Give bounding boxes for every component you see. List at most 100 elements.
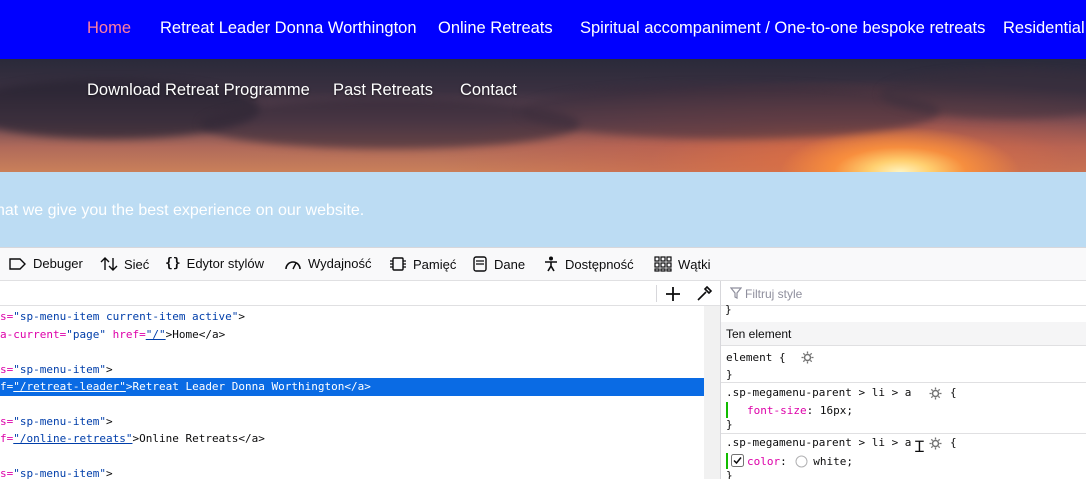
network-icon [100, 257, 118, 271]
tab-label: Sieć [124, 256, 150, 272]
threads-icon [654, 256, 672, 272]
nav-link-residential[interactable]: Residential [1003, 19, 1085, 38]
css-property-name[interactable]: color [747, 455, 780, 468]
toolbar-separator [656, 285, 657, 302]
css-colon: : [806, 404, 814, 417]
rule-close-brace: } [726, 469, 733, 479]
devtools-toolbar: Debuger Sieć {} Edytor stylów Wydajność … [0, 247, 1086, 281]
rule-divider [721, 382, 1086, 383]
rules-filter-bar [721, 281, 1086, 306]
tab-network[interactable]: Sieć [100, 256, 149, 272]
tag-text: > [238, 310, 246, 323]
element-rule-selector: element { [726, 351, 786, 364]
tag-text: >Online Retreats</a> [132, 432, 265, 445]
gear-icon[interactable] [929, 387, 942, 400]
style-editor-icon: {} [165, 256, 181, 271]
add-node-icon[interactable] [663, 284, 683, 304]
hero-sunset-image: Download Retreat Programme Past Retreats… [0, 59, 1086, 172]
nav-link-online-retreats[interactable]: Online Retreats [438, 19, 553, 38]
rule-close-brace: } [726, 418, 733, 431]
gear-icon[interactable] [929, 437, 942, 450]
css-property-name[interactable]: font-size [747, 404, 807, 417]
markup-line[interactable]: s="sp-menu-item"> [0, 413, 704, 431]
tag-text: > [105, 415, 113, 428]
css-property-value[interactable]: white; [813, 455, 853, 468]
tab-label: Wydajność [308, 256, 372, 271]
storage-icon [473, 256, 487, 272]
tab-label: Wątki [678, 256, 711, 272]
tag-text: >Home</a> [165, 328, 226, 341]
rule-selector[interactable]: .sp-megamenu-parent > li > a [726, 436, 911, 449]
nav-link-download-programme[interactable]: Download Retreat Programme [87, 81, 310, 100]
markup-toolbar [0, 281, 720, 306]
nav-link-home[interactable]: Home [87, 19, 131, 38]
debugger-icon [9, 257, 26, 270]
markup-line[interactable]: s="sp-menu-item"> [0, 465, 704, 479]
cookie-notice-bar: hat we give you the best experience on o… [0, 172, 1086, 247]
eyedropper-icon[interactable] [694, 284, 714, 304]
tab-label: Dostępność [565, 256, 634, 272]
tab-label: Debuger [33, 256, 83, 271]
markup-line[interactable]: s="sp-menu-item current-item active"> [0, 308, 704, 326]
nav-link-retreat-leader[interactable]: Retreat Leader Donna Worthington [160, 19, 417, 38]
nav-link-past-retreats[interactable]: Past Retreats [333, 81, 433, 100]
tab-performance[interactable]: Wydajność [284, 256, 371, 271]
nav-link-contact[interactable]: Contact [460, 81, 517, 100]
css-property-value[interactable]: 16px; [820, 404, 853, 417]
tab-label: Edytor stylów [186, 256, 264, 271]
markup-line[interactable]: f="/online-retreats">Online Retreats</a> [0, 430, 704, 448]
accessibility-icon [545, 256, 557, 272]
rule-close-brace: } [725, 303, 732, 316]
attr-name: f= [0, 432, 14, 445]
href-link[interactable]: "/retreat-leader" [13, 380, 126, 393]
rule-divider [721, 433, 1086, 434]
attr-value: "sp-menu-item current-item active" [13, 310, 239, 323]
filter-styles-input[interactable] [745, 285, 1045, 302]
attr-value: "page" [66, 328, 106, 341]
markup-line-selected[interactable]: f="/retreat-leader">Retreat Leader Donna… [0, 378, 704, 396]
attr-value: "sp-menu-item" [13, 467, 106, 479]
property-checkbox[interactable] [731, 454, 744, 467]
filter-icon [730, 287, 742, 299]
gear-icon[interactable] [801, 351, 814, 364]
color-swatch[interactable] [795, 455, 808, 468]
rule-close-brace: } [726, 368, 733, 381]
css-colon: : [780, 455, 787, 468]
cloud [520, 84, 940, 139]
memory-icon [390, 257, 406, 271]
attr-name: href= [105, 328, 146, 341]
markup-line[interactable]: a-current="page" href="/">Home</a> [0, 326, 704, 344]
attr-value: "sp-menu-item" [13, 363, 106, 376]
tag-text: > [105, 467, 113, 479]
rules-view: } Ten element element { } .sp-megamenu-p… [721, 281, 1086, 479]
tab-label: Pamięć [413, 256, 457, 272]
section-this-element: Ten element [721, 322, 1086, 346]
href-link[interactable]: "/" [146, 328, 166, 341]
attr-name: a-current= [0, 328, 67, 341]
tab-accessibility[interactable]: Dostępność [543, 256, 634, 272]
tab-threads[interactable]: Wątki [654, 256, 711, 272]
href-link[interactable]: "/online-retreats" [13, 432, 132, 445]
tag-text: > [105, 363, 113, 376]
nav-link-spiritual-accompaniment[interactable]: Spiritual accompaniment / One-to-one bes… [580, 19, 985, 38]
tab-debugger[interactable]: Debuger [9, 256, 83, 271]
attr-name: s= [0, 467, 14, 479]
rule-open-brace: { [950, 386, 957, 399]
text-cursor-icon: Ɪ [915, 439, 924, 456]
rule-selector[interactable]: .sp-megamenu-parent > li > a [726, 386, 911, 399]
attr-value: "sp-menu-item" [13, 415, 106, 428]
css-declaration[interactable]: font-size: 16px; [747, 404, 853, 417]
tab-style-editor[interactable]: {} Edytor stylów [165, 256, 264, 271]
performance-icon [285, 260, 301, 269]
changed-indicator [726, 453, 728, 469]
tab-memory[interactable]: Pamięć [389, 256, 456, 272]
markup-scrollbar[interactable] [704, 306, 720, 479]
rule-open-brace: { [950, 436, 957, 449]
cookie-notice-text: hat we give you the best experience on o… [0, 202, 365, 219]
markup-line[interactable]: s="sp-menu-item"> [0, 361, 704, 379]
attr-name: f= [0, 380, 14, 393]
changed-indicator [726, 402, 728, 418]
tab-storage[interactable]: Dane [472, 256, 525, 272]
markup-view: s="sp-menu-item current-item active"> a-… [0, 281, 720, 479]
site-main-nav: Home Retreat Leader Donna Worthington On… [0, 0, 1086, 59]
